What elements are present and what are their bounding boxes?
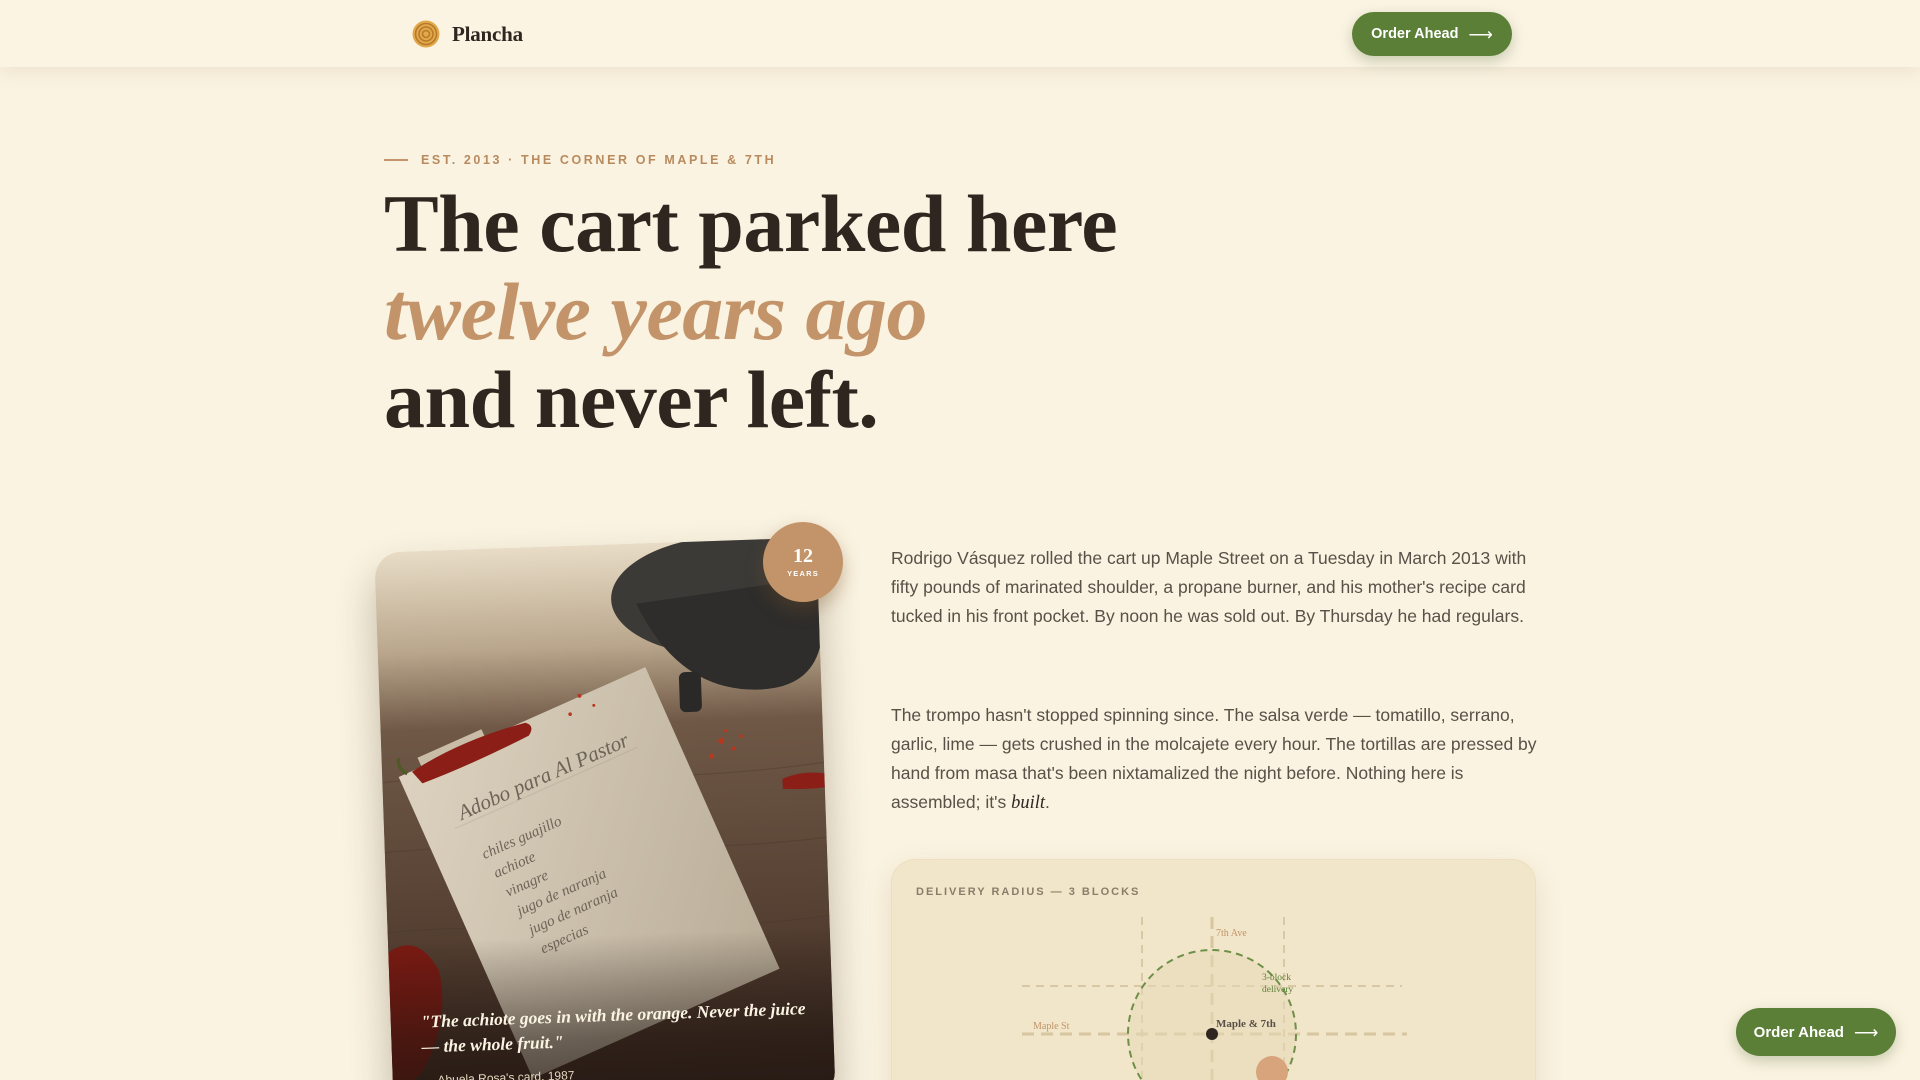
street-label: Maple St <box>1033 1021 1070 1032</box>
hero-eyebrow: EST. 2013 · THE CORNER OF MAPLE & 7TH <box>384 153 776 167</box>
arrow-right-icon: ⟶ <box>1468 24 1493 44</box>
years-label: YEARS <box>787 569 819 578</box>
eyebrow-text: EST. 2013 · THE CORNER OF MAPLE & 7TH <box>421 153 777 167</box>
delivery-map: 7th Ave Maple St Maple & 7th 3-block del… <box>1022 917 1407 1080</box>
brand-link[interactable]: Plancha <box>411 19 523 49</box>
story-paragraph-2: The trompo hasn't stopped spinning since… <box>891 701 1541 818</box>
eyebrow-rule <box>384 159 408 161</box>
floating-order-label: Order Ahead <box>1753 1023 1844 1041</box>
headline-line-2-accent: twelve years ago <box>384 266 928 357</box>
radius-label-line-2: delivery <box>1262 985 1293 995</box>
delivery-map-card: DELIVERY RADIUS — 3 BLOCKS 7th Ave Maple… <box>891 859 1536 1080</box>
order-ahead-label: Order Ahead <box>1371 26 1459 42</box>
story-paragraph-1: Rodrigo Vásquez rolled the cart up Maple… <box>891 548 1527 626</box>
years-number: 12 <box>793 545 813 567</box>
order-ahead-button[interactable]: Order Ahead ⟶ <box>1352 12 1512 56</box>
story-paragraph-2-end: . <box>1044 792 1050 812</box>
plancha-logo-icon <box>412 20 440 48</box>
radius-label-line-1: 3-block <box>1262 973 1291 983</box>
center-label: Maple & 7th <box>1216 1018 1276 1030</box>
hero-headline: The cart parked here twelve years ago an… <box>384 178 1118 445</box>
recipe-photo-card: Adobo para Al Pastor chiles guajillo ach… <box>374 537 836 1080</box>
brand-name: Plancha <box>452 21 523 46</box>
headline-line-1: The cart parked here <box>384 178 1118 269</box>
story-emphasis: built <box>1011 793 1045 813</box>
story-paragraph-2-text: The trompo hasn't stopped spinning since… <box>891 705 1537 812</box>
years-badge: 12 YEARS <box>763 522 843 602</box>
arrow-right-icon: ⟶ <box>1853 1022 1879 1042</box>
floating-order-ahead-button[interactable]: Order Ahead ⟶ <box>1736 1008 1896 1056</box>
avenue-label: 7th Ave <box>1216 928 1247 939</box>
headline-line-3: and never left. <box>384 354 879 445</box>
site-header: Plancha Order Ahead ⟶ <box>0 0 1920 67</box>
